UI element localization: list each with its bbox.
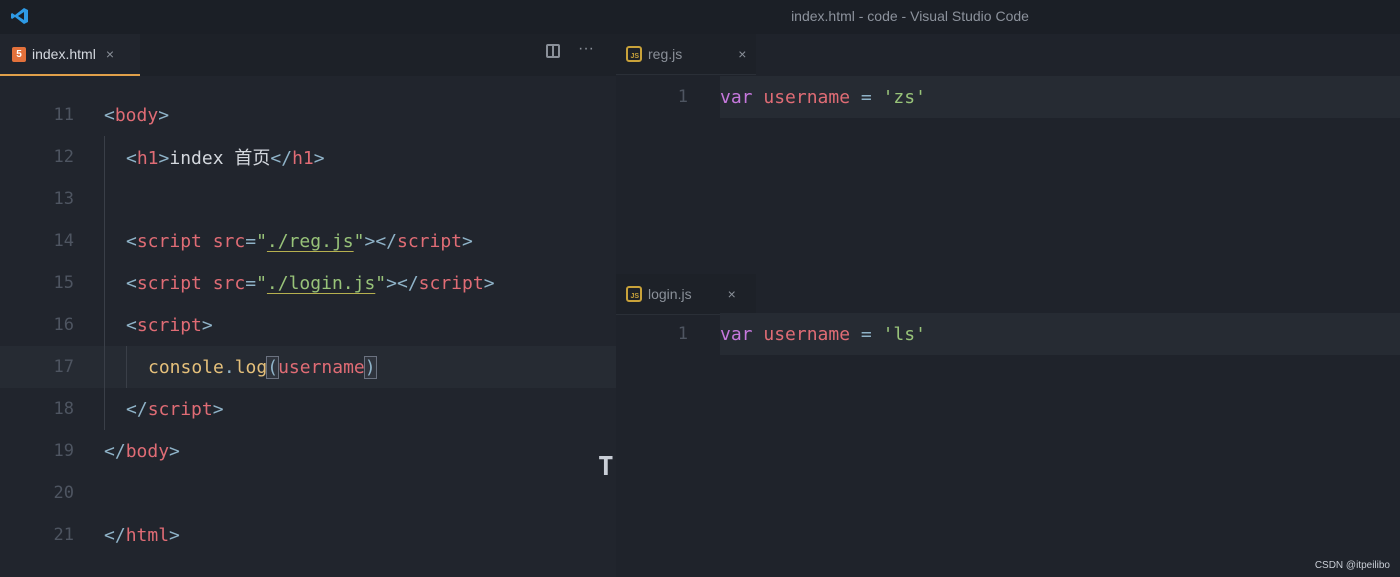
code-line[interactable]: 1 var username = 'ls' — [616, 313, 1400, 355]
code-text: var username = 'zs' — [720, 86, 926, 108]
editor-group-left: 5 index.html × ··· 11 <body> 12 <h1>inde… — [0, 34, 616, 577]
window-title: index.html - code - Visual Studio Code — [791, 8, 1029, 24]
code-text: <script> — [126, 314, 213, 336]
code-line: 16 <script> — [0, 304, 616, 346]
code-text: </script> — [126, 398, 224, 420]
line-number: 14 — [53, 231, 74, 251]
tab-bar: JS reg.js × — [616, 34, 756, 75]
editor-reg-js: JS reg.js × 1 var username = 'zs' — [616, 34, 1400, 270]
more-actions-icon[interactable]: ··· — [578, 40, 594, 58]
code-text: </body> — [104, 440, 180, 462]
code-text: </html> — [104, 524, 180, 546]
code-line: 12 <h1>index 首页</h1> — [0, 136, 616, 178]
line-number: 21 — [53, 525, 74, 545]
line-number: 15 — [53, 273, 74, 293]
code-line: 15 <script src="./login.js"></script> — [0, 262, 616, 304]
close-icon[interactable]: × — [728, 286, 736, 302]
script-src-link[interactable]: ./login.js — [267, 273, 375, 294]
tab-label: login.js — [648, 286, 692, 302]
code-line: 11 <body> — [0, 94, 616, 136]
editor-login-js: JS login.js × 1 var username = 'ls' — [616, 274, 1400, 577]
line-number: 16 — [53, 315, 74, 335]
code-text: <script src="./reg.js"></script> — [126, 230, 473, 252]
tab-label: reg.js — [648, 46, 683, 62]
script-src-link[interactable]: ./reg.js — [267, 231, 354, 252]
tab-bar: JS login.js × — [616, 274, 756, 315]
code-line-current: 17 console.log(username) — [0, 346, 616, 388]
title-bar: index.html - code - Visual Studio Code — [0, 0, 1400, 34]
js-file-icon: JS — [626, 286, 642, 302]
line-number: 20 — [53, 483, 74, 503]
line-number: 11 — [53, 105, 74, 125]
code-text: var username = 'ls' — [720, 323, 926, 345]
editor-group-right: JS reg.js × 1 var username = 'zs' JS log… — [616, 34, 1400, 577]
tab-login-js[interactable]: JS login.js × — [626, 274, 736, 314]
code-line: 18 </script> — [0, 388, 616, 430]
code-text: <body> — [104, 104, 170, 126]
tab-reg-js[interactable]: JS reg.js × — [626, 34, 746, 74]
code-text: <script src="./login.js"></script> — [126, 272, 495, 294]
code-line: 21 </html> — [0, 514, 616, 556]
editor-actions: ··· — [546, 40, 594, 58]
tab-label: index.html — [32, 46, 96, 62]
html5-icon: 5 — [12, 46, 26, 62]
code-line[interactable]: 1 var username = 'zs' — [616, 76, 1400, 118]
close-icon[interactable]: × — [106, 46, 114, 62]
code-text: <h1>index 首页</h1> — [126, 148, 325, 169]
code-line: 13 — [0, 178, 616, 220]
tab-index-html[interactable]: 5 index.html × — [0, 34, 140, 76]
code-line: 14 <script src="./reg.js"></script> — [0, 220, 616, 262]
line-number: 1 — [677, 87, 688, 107]
code-text: console.log(username) — [148, 355, 377, 379]
text-cursor-icon: T — [598, 452, 614, 482]
line-number: 19 — [53, 441, 74, 461]
code-line: 20 — [0, 472, 616, 514]
code-line: 19 </body> — [0, 430, 616, 472]
line-number: 17 — [53, 357, 74, 377]
line-number: 18 — [53, 399, 74, 419]
js-file-icon: JS — [626, 46, 642, 62]
line-number: 1 — [677, 324, 688, 344]
line-number: 13 — [53, 189, 74, 209]
watermark: CSDN @itpeilibo — [1314, 560, 1390, 571]
line-number: 12 — [53, 147, 74, 167]
tab-bar: 5 index.html × ··· — [0, 34, 616, 76]
split-editor-icon[interactable] — [546, 44, 561, 58]
close-icon[interactable]: × — [738, 46, 746, 62]
